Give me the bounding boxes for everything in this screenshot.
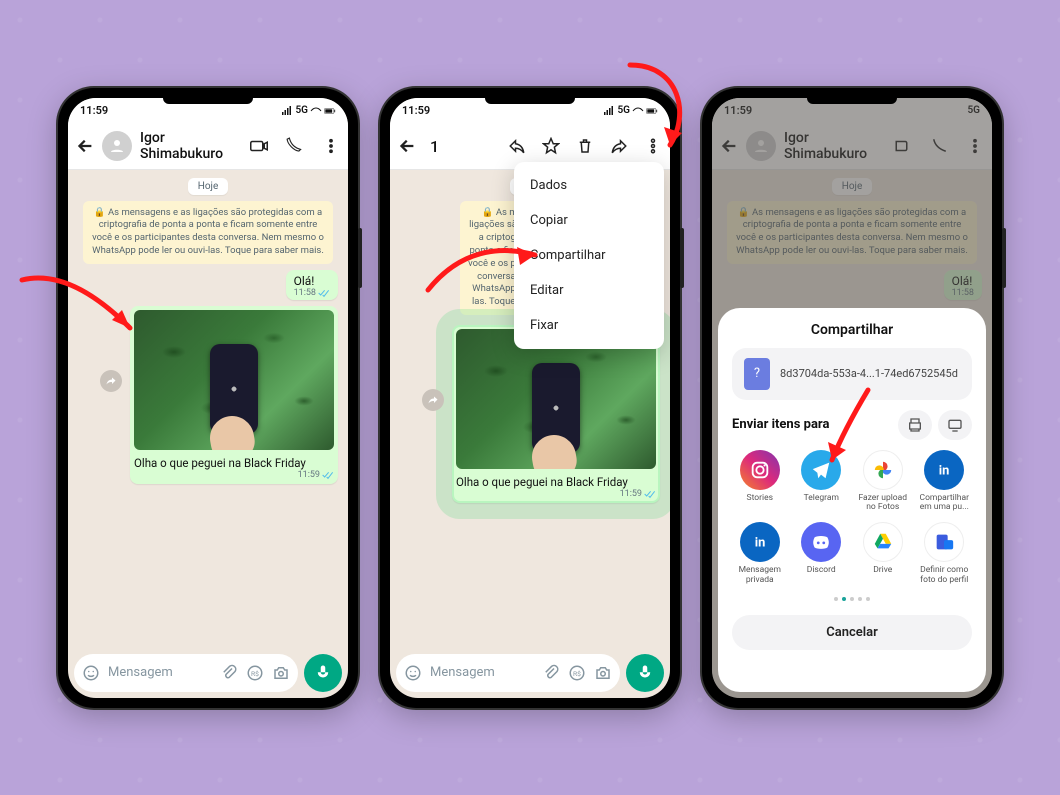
share-app-discord[interactable]: Discord <box>794 522 850 585</box>
photo-thumbnail[interactable] <box>134 310 334 450</box>
contact-name[interactable]: Igor Shimabukuro <box>140 130 242 162</box>
share-title: Compartilhar <box>732 322 972 338</box>
video-call-icon[interactable] <box>250 137 268 155</box>
file-icon <box>744 358 770 390</box>
camera-icon[interactable] <box>272 664 290 682</box>
photo-caption: Olha o que peguei na Black Friday <box>134 454 334 470</box>
date-pill: Hoje <box>188 178 229 195</box>
star-icon[interactable] <box>542 137 560 155</box>
delete-icon[interactable] <box>576 137 594 155</box>
menu-item-copiar[interactable]: Copiar <box>514 203 664 238</box>
notch <box>485 92 575 104</box>
input-placeholder: Mensagem <box>108 665 173 680</box>
attach-icon[interactable] <box>542 664 560 682</box>
share-app-stories[interactable]: Stories <box>732 450 788 513</box>
camera-icon[interactable] <box>594 664 612 682</box>
photo-thumbnail[interactable] <box>456 329 656 469</box>
phone-frame-1: 11:59 5G Igor Shimabukuro Hoje 🔒 As men <box>58 88 358 708</box>
svg-text:R$: R$ <box>251 670 259 678</box>
share-app-drive[interactable]: Drive <box>855 522 911 585</box>
chat-header: Igor Shimabukuro <box>68 124 348 170</box>
back-icon[interactable] <box>76 137 94 155</box>
page-indicator <box>732 597 972 601</box>
cancel-button[interactable]: Cancelar <box>732 615 972 650</box>
notch <box>163 92 253 104</box>
photo-caption: Olha o que peguei na Black Friday <box>456 473 656 489</box>
share-app-photos[interactable]: Fazer upload no Fotos <box>855 450 911 513</box>
menu-item-dados[interactable]: Dados <box>514 168 664 203</box>
phone-frame-3: 11:59 5G Igor Shimabukuro Hoje 🔒 As mens… <box>702 88 1002 708</box>
attach-icon[interactable] <box>220 664 238 682</box>
print-button[interactable] <box>898 410 932 440</box>
message-time: 11:58 <box>294 288 316 298</box>
composer: Mensagem R$ <box>68 648 348 698</box>
forward-icon[interactable] <box>610 137 628 155</box>
share-file-chip: 8d3704da-553a-4...1-74ed6752545d <box>732 348 972 400</box>
more-icon[interactable] <box>644 137 662 155</box>
share-filename: 8d3704da-553a-4...1-74ed6752545d <box>780 367 958 380</box>
share-app-linkedin-post[interactable]: in Compartilhar em uma pu... <box>917 450 973 513</box>
read-ticks-icon <box>322 470 334 480</box>
mic-button[interactable] <box>626 654 664 692</box>
emoji-icon[interactable] <box>82 664 100 682</box>
status-right: 5G <box>281 105 336 117</box>
svg-text:R$: R$ <box>573 670 581 678</box>
avatar[interactable] <box>102 131 132 161</box>
screen-2: 11:59 5G 1 Hoje 🔒 As mensagens e as liga… <box>390 98 670 698</box>
status-time: 11:59 <box>80 104 108 117</box>
notch <box>807 92 897 104</box>
message-time: 11:59 <box>298 470 320 480</box>
mic-button[interactable] <box>304 654 342 692</box>
screen-3: 11:59 5G Igor Shimabukuro Hoje 🔒 As mens… <box>712 98 992 698</box>
message-text: Olá! <box>294 274 315 288</box>
more-icon[interactable] <box>322 137 340 155</box>
read-ticks-icon <box>644 489 656 499</box>
chat-body: Hoje 🔒 As mensagens e as ligações são pr… <box>68 170 348 648</box>
send-to-label: Enviar itens para <box>732 417 829 432</box>
share-sheet: Compartilhar 8d3704da-553a-4...1-74ed675… <box>718 308 986 692</box>
svg-text:in: in <box>754 536 765 551</box>
selection-count: 1 <box>430 137 494 156</box>
input-placeholder: Mensagem <box>430 665 495 680</box>
message-time: 11:59 <box>620 489 642 499</box>
message-input[interactable]: Mensagem R$ <box>74 654 298 692</box>
voice-call-icon[interactable] <box>286 137 304 155</box>
network-label: 5G <box>295 105 308 116</box>
menu-item-fixar[interactable]: Fixar <box>514 308 664 343</box>
status-right: 5G <box>603 105 658 117</box>
network-label: 5G <box>617 105 630 116</box>
cast-button[interactable] <box>938 410 972 440</box>
phone-frame-2: 11:59 5G 1 Hoje 🔒 As mensagens e as liga… <box>380 88 680 708</box>
screen-1: 11:59 5G Igor Shimabukuro Hoje 🔒 As men <box>68 98 348 698</box>
status-time: 11:59 <box>402 104 430 117</box>
context-menu: Dados Copiar Compartilhar Editar Fixar <box>514 162 664 349</box>
menu-item-compartilhar[interactable]: Compartilhar <box>514 238 664 273</box>
message-photo[interactable]: Olha o que peguei na Black Friday 11:59 <box>130 306 338 484</box>
message-input[interactable]: Mensagem R$ <box>396 654 620 692</box>
payment-icon[interactable]: R$ <box>568 664 586 682</box>
back-icon[interactable] <box>398 137 416 155</box>
share-app-profile[interactable]: Definir como foto do perfil <box>917 522 973 585</box>
svg-text:in: in <box>939 463 950 478</box>
message-photo-selected[interactable]: Olha o que peguei na Black Friday 11:59 <box>452 325 660 503</box>
share-app-telegram[interactable]: Telegram <box>794 450 850 513</box>
share-app-linkedin-msg[interactable]: in Mensagem privada <box>732 522 788 585</box>
message-greeting[interactable]: Olá! 11:58 <box>286 270 338 300</box>
encryption-notice[interactable]: 🔒 As mensagens e as ligações são protegi… <box>83 201 333 264</box>
menu-item-editar[interactable]: Editar <box>514 273 664 308</box>
forward-icon[interactable] <box>422 389 444 411</box>
emoji-icon[interactable] <box>404 664 422 682</box>
payment-icon[interactable]: R$ <box>246 664 264 682</box>
composer: Mensagem R$ <box>390 648 670 698</box>
share-app-grid: Stories Telegram Fazer upload no Fotos i… <box>732 450 972 585</box>
forward-icon[interactable] <box>100 370 122 392</box>
reply-icon[interactable] <box>508 137 526 155</box>
read-ticks-icon <box>318 288 330 298</box>
